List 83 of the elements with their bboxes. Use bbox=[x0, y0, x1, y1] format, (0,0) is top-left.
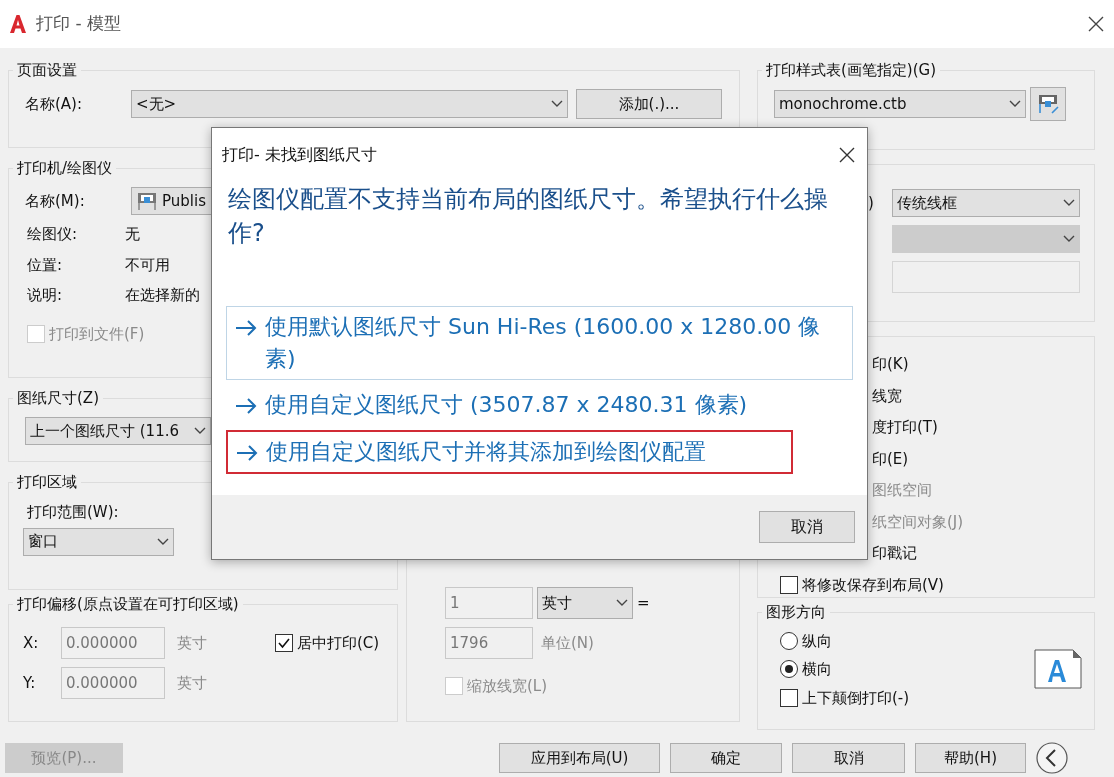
landscape-page-icon bbox=[1034, 649, 1082, 689]
field-label: 说明: bbox=[27, 286, 63, 304]
field-value: 无 bbox=[125, 225, 140, 243]
checkbox[interactable] bbox=[780, 576, 798, 595]
command-link[interactable]: 使用默认图纸尺寸 Sun Hi-Res (1600.00 x 1280.00 像素) bbox=[226, 306, 853, 380]
offset-field[interactable]: 0.000000 bbox=[61, 667, 165, 699]
option-label: 纸空间对象(J) bbox=[872, 512, 964, 531]
edit-style-button[interactable] bbox=[1030, 87, 1066, 121]
checkbox-label: 将修改保存到布局(V) bbox=[802, 574, 944, 596]
field-label: Y: bbox=[23, 673, 36, 692]
field-value: 不可用 bbox=[125, 255, 170, 274]
scale-field[interactable]: 1796 bbox=[445, 627, 533, 659]
close-icon[interactable] bbox=[1086, 14, 1106, 34]
field-label: ) bbox=[868, 193, 874, 212]
group-title: 页面设置 bbox=[13, 60, 81, 80]
option-label: 印(E) bbox=[872, 449, 909, 468]
checkbox-label: 居中打印(C) bbox=[297, 632, 380, 654]
plot-style-select[interactable]: monochrome.ctb bbox=[774, 90, 1026, 118]
add-button[interactable]: 添加(.)... bbox=[576, 89, 722, 119]
dpi-field[interactable] bbox=[892, 261, 1080, 293]
chevron-down-icon bbox=[194, 427, 206, 435]
option-label: 度打印(T) bbox=[872, 418, 938, 436]
equals-sign: = bbox=[637, 592, 650, 614]
unit-label: 单位(N) bbox=[541, 632, 594, 654]
radio-label: 纵向 bbox=[802, 631, 832, 652]
group-title: 图纸尺寸(Z) bbox=[13, 388, 103, 408]
command-link[interactable]: 使用自定义图纸尺寸并将其添加到绘图仪配置 bbox=[226, 430, 793, 474]
checkbox[interactable] bbox=[275, 634, 293, 652]
offset-field[interactable]: 0.000000 bbox=[61, 627, 165, 659]
shade-select[interactable]: 传统线框 bbox=[892, 189, 1080, 217]
chevron-down-icon bbox=[616, 599, 628, 607]
dialog-button[interactable]: 确定 bbox=[670, 743, 782, 773]
plotter-icon bbox=[136, 191, 158, 211]
option-label: 线宽 bbox=[872, 386, 902, 405]
unit-label: 英寸 bbox=[177, 672, 207, 694]
scale-field[interactable]: 1 bbox=[445, 587, 533, 619]
field-value: 在选择新的 bbox=[125, 286, 200, 304]
group-title: 打印机/绘图仪 bbox=[13, 158, 117, 178]
page-setup-select[interactable]: <无> bbox=[131, 90, 568, 118]
chevron-down-icon bbox=[157, 537, 169, 546]
field-label: 绘图仪: bbox=[27, 225, 78, 243]
close-icon[interactable] bbox=[837, 145, 857, 165]
dialog-message: 绘图仪配置不支持当前布局的图纸尺寸。希望执行什么操作? bbox=[227, 184, 829, 249]
group-title: 图形方向 bbox=[762, 602, 830, 622]
chevron-down-icon bbox=[1063, 199, 1075, 207]
arrow-icon bbox=[235, 319, 257, 337]
group-title: 打印样式表(画笔指定)(G) bbox=[762, 60, 941, 80]
group-title: 打印区域 bbox=[13, 472, 81, 492]
checkbox-label: 上下颠倒打印(-) bbox=[802, 688, 910, 709]
dialog-button[interactable]: 取消 bbox=[792, 743, 905, 773]
radio-button[interactable] bbox=[780, 632, 798, 650]
radio-button[interactable] bbox=[780, 660, 798, 678]
chevron-down-icon bbox=[1063, 235, 1075, 243]
cancel-button[interactable]: 取消 bbox=[759, 511, 855, 543]
group-title: 打印偏移(原点设置在可打印区域) bbox=[13, 594, 243, 614]
radio-label: 横向 bbox=[802, 659, 832, 680]
window-title: 打印 - 模型 bbox=[36, 12, 121, 36]
checkbox-label: 打印到文件(F) bbox=[49, 323, 145, 345]
dialog-button[interactable]: 应用到布局(U) bbox=[499, 743, 660, 773]
unit-label: 英寸 bbox=[177, 632, 207, 654]
field-label: X: bbox=[23, 633, 39, 652]
app-logo-icon bbox=[8, 14, 28, 34]
chevron-down-icon bbox=[551, 100, 563, 108]
checkbox-label: 缩放线宽(L) bbox=[467, 676, 548, 697]
plot-range-select[interactable]: 窗口 bbox=[23, 527, 174, 556]
plotter-edit-icon bbox=[1036, 92, 1060, 116]
chevron-down-icon bbox=[1009, 100, 1021, 108]
option-label: 印戳记 bbox=[872, 544, 917, 562]
option-label: 图纸空间 bbox=[872, 481, 932, 499]
field-label: 位置: bbox=[27, 255, 63, 274]
collapse-button-icon[interactable] bbox=[1036, 742, 1068, 774]
arrow-icon bbox=[236, 444, 258, 462]
arrow-icon bbox=[235, 397, 257, 415]
command-link[interactable]: 使用自定义图纸尺寸 (3507.87 x 2480.31 像素) bbox=[226, 384, 853, 426]
dialog-title: 打印- 未找到图纸尺寸 bbox=[222, 144, 377, 166]
field-label: 名称(A): bbox=[25, 94, 83, 113]
option-label: 印(K) bbox=[872, 355, 909, 373]
field-label: 打印范围(W): bbox=[27, 503, 119, 521]
unit-select[interactable]: 英寸 bbox=[537, 587, 633, 619]
field-label: 名称(M): bbox=[25, 191, 85, 210]
dialog-button[interactable]: 帮助(H) bbox=[915, 743, 1026, 773]
paper-size-select[interactable]: 上一个图纸尺寸 (11.6 bbox=[25, 417, 211, 445]
checkbox[interactable] bbox=[780, 689, 798, 707]
